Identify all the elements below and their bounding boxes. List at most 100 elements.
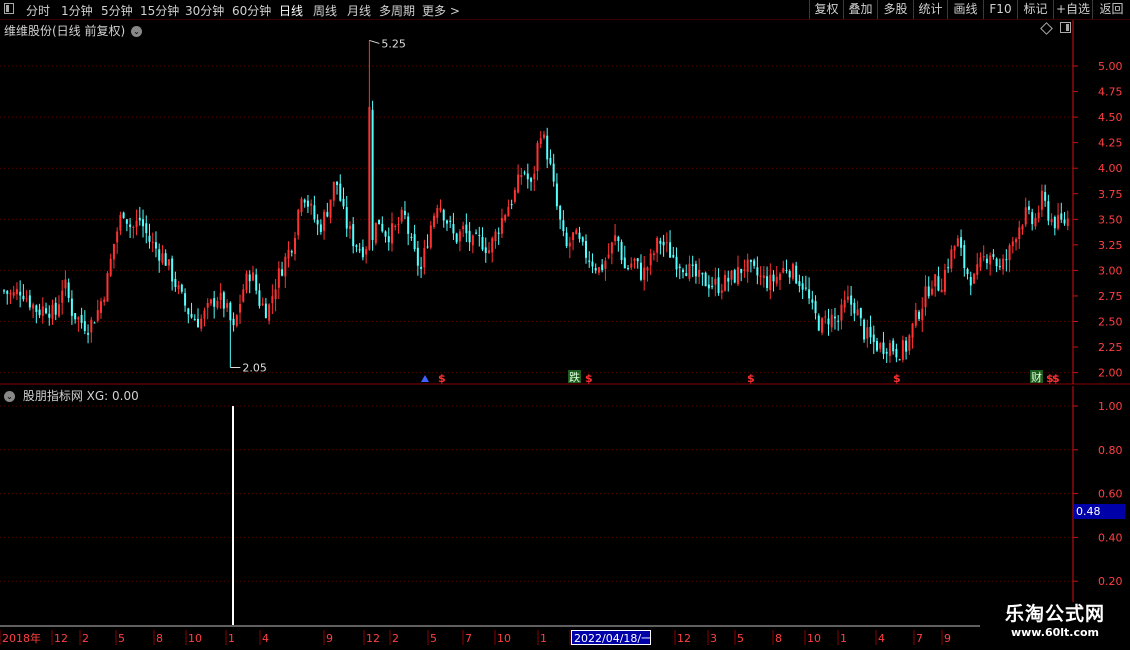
candle-body <box>15 289 18 295</box>
candle-body <box>74 313 77 320</box>
candle-body <box>1002 258 1005 270</box>
candle-body <box>572 232 575 241</box>
candle-body <box>306 200 309 207</box>
candle-body <box>258 290 261 306</box>
candle-body <box>675 256 678 270</box>
candle-body <box>711 286 714 288</box>
candle-body <box>804 287 807 289</box>
candle-body <box>310 203 313 206</box>
candle-body <box>853 302 856 314</box>
candle-body <box>106 273 109 302</box>
candle-body <box>995 258 998 267</box>
candle-body <box>736 267 739 285</box>
axis-tick-label: 4.25 <box>1098 137 1123 150</box>
candle-body <box>119 214 122 231</box>
candle-body <box>682 269 684 273</box>
candle-body <box>517 174 520 193</box>
candle-body <box>665 242 668 244</box>
candle-body <box>167 259 170 266</box>
candle-body <box>646 267 649 271</box>
candle-body <box>533 173 536 180</box>
candle-body <box>575 229 578 235</box>
date-label: 4 <box>878 632 885 645</box>
candle-body <box>888 343 891 356</box>
candle-body <box>785 269 788 271</box>
candle-body <box>135 220 138 227</box>
candle-body <box>1066 218 1069 227</box>
dollar-marker[interactable]: $ <box>585 372 593 385</box>
date-label: 2 <box>392 632 399 645</box>
selected-date-box: 2022/04/18/一 <box>571 630 651 645</box>
axis-tick-label: 0.20 <box>1098 575 1123 588</box>
candle-body <box>484 247 487 253</box>
candle-body <box>494 231 497 242</box>
candle-body <box>565 232 568 247</box>
dollar-marker[interactable]: $ <box>747 372 755 385</box>
candle-body <box>740 268 743 273</box>
candle-body <box>103 299 106 303</box>
candle-body <box>316 219 319 225</box>
candle-body <box>420 266 423 269</box>
candle-body <box>1008 245 1011 261</box>
candle-body <box>145 223 148 234</box>
candle-body <box>1063 219 1066 224</box>
date-label: 10 <box>497 632 511 645</box>
candle-body <box>452 224 455 234</box>
candle-body <box>620 241 623 261</box>
candle-body <box>795 265 798 284</box>
candle-body <box>154 242 157 249</box>
dollar-marker[interactable]: $ <box>1046 372 1054 385</box>
candle-body <box>908 335 911 351</box>
candle-body <box>12 292 15 296</box>
candle-body <box>1031 212 1034 225</box>
candle-body <box>332 181 335 201</box>
candle-body <box>77 317 80 320</box>
candle-body <box>969 276 972 286</box>
candle-body <box>769 274 772 290</box>
candle-body <box>232 318 235 326</box>
candles <box>3 40 1069 368</box>
candle-body <box>216 300 219 308</box>
candle-body <box>433 215 436 227</box>
candle-body <box>1053 216 1056 229</box>
candle-body <box>1005 259 1008 261</box>
candle-body <box>213 298 216 307</box>
date-label: 1 <box>540 632 547 645</box>
event-badge-label[interactable]: 跌 <box>569 370 580 384</box>
candle-body <box>255 274 258 291</box>
candle-body <box>478 235 481 237</box>
candle-body <box>1060 213 1063 220</box>
candle-body <box>530 178 533 182</box>
candle-body <box>381 223 384 232</box>
candle-body <box>274 289 277 300</box>
dollar-marker[interactable]: $ <box>893 372 901 385</box>
kline-chart[interactable]: 5.00 4.75 4.50 4.25 4.00 3.75 3.50 3.25 3.00 2.75… <box>0 0 1130 650</box>
candle-body <box>840 304 843 321</box>
date-label: 8 <box>156 632 163 645</box>
watermark-title: 乐淘公式网 <box>1004 603 1105 625</box>
event-badge-label[interactable]: 财 <box>1031 370 1042 384</box>
candle-body <box>568 242 571 247</box>
candle-body <box>442 209 445 221</box>
candle-body <box>652 253 655 256</box>
candle-body <box>462 226 465 230</box>
current-value-badge: 0.48 <box>1074 504 1125 519</box>
candle-body <box>148 235 151 242</box>
up-arrow-icon[interactable] <box>421 375 429 382</box>
candle-body <box>808 289 811 299</box>
candle-body <box>391 223 393 244</box>
candle-body <box>546 135 549 160</box>
watermark-url: www.60lt.com <box>1010 626 1100 639</box>
candle-body <box>594 268 597 271</box>
candle-body <box>597 267 600 273</box>
candle-body <box>963 244 966 269</box>
candle-body <box>817 315 820 331</box>
candle-body <box>468 230 471 243</box>
candle-body <box>174 278 177 287</box>
dollar-marker[interactable]: $ <box>438 372 446 385</box>
candle-body <box>371 109 374 241</box>
candle-body <box>488 250 490 253</box>
low-label: 2.05 <box>242 361 266 374</box>
candle-body <box>843 300 846 308</box>
candle-body <box>617 236 620 241</box>
